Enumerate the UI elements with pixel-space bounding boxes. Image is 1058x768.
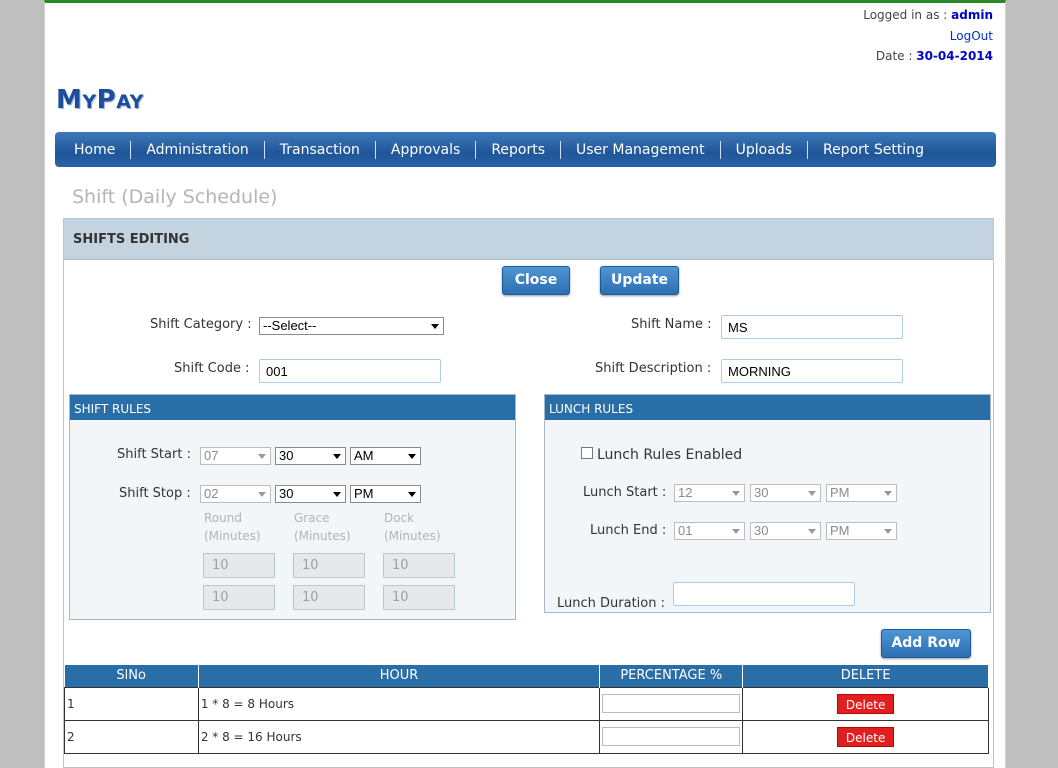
delete-button[interactable]: Delete	[837, 726, 895, 747]
nav-administration[interactable]: Administration	[131, 140, 265, 159]
shift-stop-minute-select[interactable]: 30	[275, 485, 346, 503]
mypay-logo: MYPAY	[56, 85, 144, 115]
shift-stop-hour-select[interactable]: 02	[200, 485, 271, 503]
chevron-down-icon	[884, 529, 892, 534]
lunch-end-minute-select[interactable]: 30	[750, 522, 821, 540]
chevron-down-icon	[884, 491, 892, 496]
row-hour: 2 * 8 = 16 Hours	[197, 719, 601, 754]
close-button[interactable]: Close	[502, 266, 570, 295]
row-delete-cell: Delete	[742, 686, 989, 721]
lunch-rules-title: LUNCH RULES	[545, 395, 990, 420]
percentage-input[interactable]	[602, 727, 741, 746]
chevron-down-icon	[431, 324, 439, 329]
shift-start-ampm-select[interactable]: AM	[350, 447, 421, 465]
logged-in-user: admin	[951, 8, 993, 22]
nav-home[interactable]: Home	[59, 140, 132, 159]
nav-report-setting[interactable]: Report Setting	[808, 141, 939, 159]
lunch-rules-enabled-label: Lunch Rules Enabled	[597, 447, 743, 463]
row-slno: 2	[64, 719, 199, 754]
shift-rules-box: SHIFT RULES Shift Start : 07 30 AM Shift…	[69, 394, 516, 620]
table-header-row: SlNo HOUR PERCENTAGE % DELETE	[64, 665, 989, 687]
round-minutes-input-1[interactable]: 10	[203, 553, 275, 578]
percentage-input[interactable]	[602, 694, 741, 713]
row-slno: 1	[64, 686, 199, 721]
chevron-down-icon	[732, 529, 740, 534]
shift-hours-table: SlNo HOUR PERCENTAGE % DELETE 1 1 * 8 = …	[64, 665, 989, 754]
lunch-end-ampm-select[interactable]: PM	[826, 522, 897, 540]
shift-start-minute-select[interactable]: 30	[275, 447, 346, 465]
date-label: Date :	[875, 49, 913, 63]
shift-start-hour-select[interactable]: 07	[200, 447, 271, 465]
lunch-duration-input[interactable]	[673, 582, 855, 606]
lunch-start-minute-select[interactable]: 30	[750, 484, 821, 502]
shift-start-label: Shift Start :	[117, 447, 191, 462]
nav-reports[interactable]: Reports	[476, 140, 562, 159]
chevron-down-icon	[408, 492, 416, 497]
shift-stop-ampm-select[interactable]: PM	[350, 485, 421, 503]
chevron-down-icon	[408, 454, 416, 459]
logout-link[interactable]: LogOut	[950, 29, 993, 43]
chevron-down-icon	[808, 491, 816, 496]
chevron-down-icon	[258, 492, 266, 497]
shift-code-input[interactable]: 001	[259, 359, 441, 383]
dock-minutes-input-1[interactable]: 10	[383, 553, 455, 578]
shift-name-input[interactable]: MS	[721, 315, 903, 339]
nav-uploads[interactable]: Uploads	[721, 140, 808, 159]
col-hour: HOUR	[198, 665, 601, 687]
lunch-duration-label: Lunch Duration :	[557, 596, 665, 611]
grace-header: Grace (Minutes)	[294, 511, 351, 543]
dock-minutes-input-2[interactable]: 10	[383, 585, 455, 610]
col-percentage: PERCENTAGE %	[599, 665, 744, 687]
date-value: 30-04-2014	[916, 49, 993, 63]
shift-category-value: --Select--	[263, 318, 317, 333]
shift-category-label: Shift Category :	[150, 317, 252, 332]
page-container: Logged in as : admin LogOut Date : 30-04…	[44, 0, 1006, 768]
chevron-down-icon	[732, 491, 740, 496]
dock-header: Dock (Minutes)	[384, 511, 441, 543]
row-percentage-cell	[599, 719, 744, 754]
shift-code-label: Shift Code :	[174, 361, 250, 376]
add-row-button[interactable]: Add Row	[881, 629, 971, 658]
shifts-editing-panel: SHIFTS EDITING Close Update Shift Catego…	[63, 218, 994, 768]
shift-category-select[interactable]: --Select--	[259, 317, 444, 335]
date-info: Date : 30-04-2014	[876, 49, 993, 63]
delete-button[interactable]: Delete	[837, 693, 895, 714]
table-row: 1 1 * 8 = 8 Hours Delete	[64, 686, 989, 721]
nav-user-management[interactable]: User Management	[561, 140, 721, 159]
update-button[interactable]: Update	[600, 266, 679, 295]
chevron-down-icon	[333, 454, 341, 459]
lunch-end-label: Lunch End :	[590, 523, 667, 538]
nav-approvals[interactable]: Approvals	[376, 140, 477, 159]
col-slno: SlNo	[64, 665, 199, 687]
lunch-start-label: Lunch Start :	[583, 485, 667, 500]
lunch-rules-checkbox[interactable]	[581, 447, 593, 459]
round-minutes-input-2[interactable]: 10	[203, 585, 275, 610]
shift-rules-title: SHIFT RULES	[70, 395, 515, 420]
chevron-down-icon	[258, 454, 266, 459]
panel-title: SHIFTS EDITING	[64, 219, 993, 260]
shift-stop-label: Shift Stop :	[119, 486, 191, 501]
col-delete: DELETE	[742, 665, 989, 687]
shift-name-label: Shift Name :	[631, 317, 712, 332]
row-hour: 1 * 8 = 8 Hours	[197, 686, 601, 721]
table-row: 2 2 * 8 = 16 Hours Delete	[64, 719, 989, 754]
round-header: Round (Minutes)	[204, 511, 261, 543]
nav-transaction[interactable]: Transaction	[265, 140, 376, 159]
logged-in-info: Logged in as : admin	[863, 8, 993, 22]
grace-minutes-input-1[interactable]: 10	[293, 553, 365, 578]
row-delete-cell: Delete	[742, 719, 989, 754]
grace-minutes-input-2[interactable]: 10	[293, 585, 365, 610]
shift-description-input[interactable]: MORNING	[721, 359, 903, 383]
chevron-down-icon	[333, 492, 341, 497]
chevron-down-icon	[808, 529, 816, 534]
lunch-rules-box: LUNCH RULES Lunch Rules Enabled Lunch St…	[544, 394, 991, 613]
lunch-end-hour-select[interactable]: 01	[674, 522, 745, 540]
lunch-start-ampm-select[interactable]: PM	[826, 484, 897, 502]
shift-description-label: Shift Description :	[595, 361, 712, 376]
main-nav: Home Administration Transaction Approval…	[55, 132, 996, 167]
page-title: Shift (Daily Schedule)	[72, 186, 278, 208]
row-percentage-cell	[599, 686, 744, 721]
logged-in-label: Logged in as :	[863, 8, 948, 22]
lunch-start-hour-select[interactable]: 12	[674, 484, 745, 502]
